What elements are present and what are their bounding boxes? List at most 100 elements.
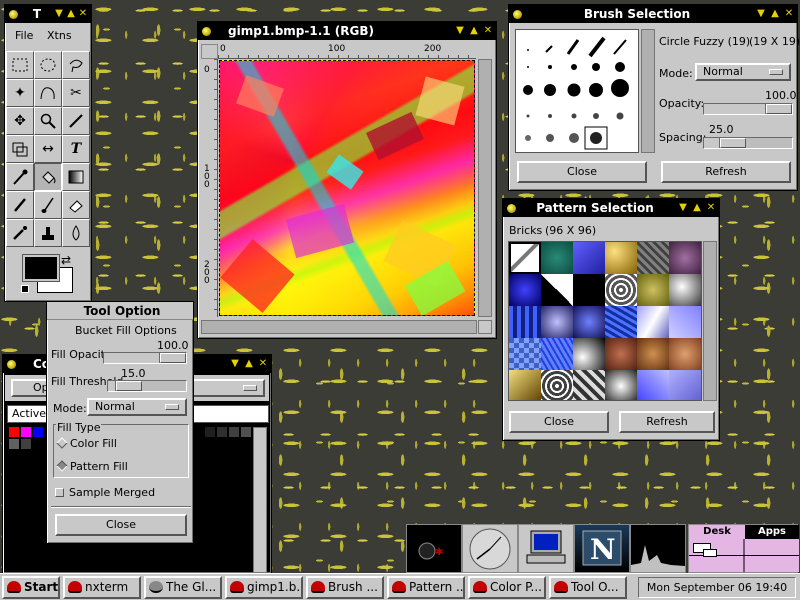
pattern-fill-radio[interactable] <box>56 460 68 472</box>
pattern-swatch[interactable] <box>509 338 541 370</box>
color-fill-label[interactable]: Color Fill <box>70 437 117 450</box>
rect-select-icon[interactable] <box>6 51 34 79</box>
pattern-swatch[interactable] <box>605 242 637 274</box>
swap-colors-icon[interactable]: ⇄ <box>61 253 71 267</box>
brush-opacity-slider[interactable] <box>703 103 793 115</box>
gradient-icon[interactable] <box>62 163 90 191</box>
bezier-select-icon[interactable] <box>34 79 62 107</box>
pattern-refresh-button[interactable]: Refresh <box>619 411 715 433</box>
palette-swatch[interactable] <box>21 439 31 449</box>
eraser-icon[interactable] <box>62 191 90 219</box>
pager-desktop-grid[interactable] <box>689 539 799 572</box>
window-menu-icon[interactable] <box>9 10 18 19</box>
window-menu-icon[interactable] <box>7 360 16 369</box>
dock-applet-clock[interactable] <box>462 524 518 573</box>
image-hscroll[interactable] <box>201 320 477 334</box>
task-brush[interactable]: Brush ... <box>306 576 384 599</box>
sample-merged-label[interactable]: Sample Merged <box>69 486 155 499</box>
magnify-icon[interactable] <box>34 107 62 135</box>
pattern-swatch[interactable] <box>669 274 701 306</box>
task-gimp-toolbox[interactable]: The Gl... <box>144 576 222 599</box>
slider-thumb[interactable] <box>766 104 792 114</box>
default-colors-icon[interactable] <box>21 285 29 293</box>
flip-icon[interactable]: ↔ <box>34 135 62 163</box>
fill-mode-select[interactable]: Normal <box>87 398 187 416</box>
palette-swatch[interactable] <box>9 427 19 437</box>
pattern-swatch[interactable] <box>573 306 605 338</box>
pattern-swatch[interactable] <box>637 306 669 338</box>
pattern-swatch[interactable] <box>637 338 669 370</box>
blur-icon[interactable] <box>62 219 90 247</box>
apps-tab[interactable]: Apps <box>745 525 799 539</box>
close-icon[interactable]: ✕ <box>77 8 89 20</box>
bucket-fill-icon[interactable] <box>34 163 62 191</box>
color-picker-icon[interactable] <box>6 163 34 191</box>
brush-refresh-button[interactable]: Refresh <box>661 161 791 183</box>
fill-opacity-slider[interactable] <box>103 352 187 364</box>
task-pattern[interactable]: Pattern ... <box>387 576 465 599</box>
move-icon[interactable]: ✥ <box>6 107 34 135</box>
palette-swatch[interactable] <box>9 439 19 449</box>
slider-thumb[interactable] <box>115 381 142 391</box>
pattern-swatch[interactable] <box>573 338 605 370</box>
pattern-swatch[interactable] <box>509 306 541 338</box>
tool-options-close-button[interactable]: Close <box>55 514 187 536</box>
close-icon[interactable]: ✕ <box>257 358 269 370</box>
pattern-swatch[interactable] <box>509 370 541 400</box>
close-icon[interactable]: ✕ <box>783 8 795 20</box>
close-icon[interactable]: ✕ <box>482 25 494 37</box>
brush-mode-select[interactable]: Normal <box>695 63 791 81</box>
image-titlebar[interactable]: gimp1.bmp-1.1 (RGB) ▼ ▲ ✕ <box>198 22 496 40</box>
pattern-swatch[interactable] <box>509 274 541 306</box>
palette-swatch[interactable] <box>229 427 239 437</box>
pattern-swatch[interactable] <box>573 274 605 306</box>
menu-file[interactable]: File <box>15 25 33 47</box>
maximize-icon[interactable]: ▲ <box>65 8 77 20</box>
minimize-icon[interactable]: ▼ <box>229 358 241 370</box>
image-nav-corner[interactable] <box>478 320 492 334</box>
pattern-vscroll[interactable] <box>703 241 717 401</box>
minimize-icon[interactable]: ▼ <box>677 202 689 214</box>
window-menu-icon[interactable] <box>507 204 516 213</box>
pattern-swatch[interactable] <box>605 338 637 370</box>
pattern-swatch[interactable] <box>637 242 669 274</box>
pattern-swatch[interactable] <box>541 274 573 306</box>
start-button[interactable]: Start <box>2 576 60 599</box>
pattern-grid[interactable] <box>508 241 702 401</box>
dock-applet-mixer[interactable]: ✱ <box>406 524 462 573</box>
pattern-swatch[interactable] <box>509 242 541 274</box>
pattern-swatch[interactable] <box>573 242 605 274</box>
pattern-swatch[interactable] <box>605 274 637 306</box>
pattern-close-button[interactable]: Close <box>509 411 609 433</box>
pattern-fill-label[interactable]: Pattern Fill <box>70 460 128 473</box>
toolbox-titlebar[interactable]: T ▼ ▲ ✕ <box>5 5 91 23</box>
pattern-swatch[interactable] <box>541 306 573 338</box>
palette-swatch[interactable] <box>205 427 215 437</box>
text-icon[interactable]: T <box>62 135 90 163</box>
close-icon[interactable]: ✕ <box>705 202 717 214</box>
pattern-swatch[interactable] <box>669 338 701 370</box>
pattern-swatch[interactable] <box>541 338 573 370</box>
palette-swatch[interactable] <box>241 427 251 437</box>
maximize-icon[interactable]: ▲ <box>691 202 703 214</box>
maximize-icon[interactable]: ▲ <box>468 25 480 37</box>
sample-merged-checkbox[interactable] <box>55 488 64 497</box>
minimize-icon[interactable]: ▼ <box>53 8 65 20</box>
image-vscroll[interactable] <box>478 59 492 317</box>
pattern-swatch[interactable] <box>669 370 701 400</box>
task-gimp-image[interactable]: gimp1.b... <box>225 576 303 599</box>
palette-swatch[interactable] <box>217 427 227 437</box>
window-menu-icon[interactable] <box>202 27 211 36</box>
color-vscroll[interactable] <box>253 427 267 573</box>
dock-applet-netscape[interactable]: N <box>574 524 630 573</box>
pencil-icon[interactable] <box>6 191 34 219</box>
pattern-swatch[interactable] <box>541 370 573 400</box>
palette-swatch[interactable] <box>33 427 43 437</box>
brush-grid[interactable] <box>515 29 639 153</box>
fill-threshold-slider[interactable] <box>107 380 187 392</box>
task-nxterm[interactable]: nxterm <box>63 576 141 599</box>
pattern-swatch[interactable] <box>573 370 605 400</box>
scissors-icon[interactable]: ✂ <box>62 79 90 107</box>
image-canvas[interactable] <box>219 60 475 316</box>
slider-thumb[interactable] <box>719 138 746 148</box>
